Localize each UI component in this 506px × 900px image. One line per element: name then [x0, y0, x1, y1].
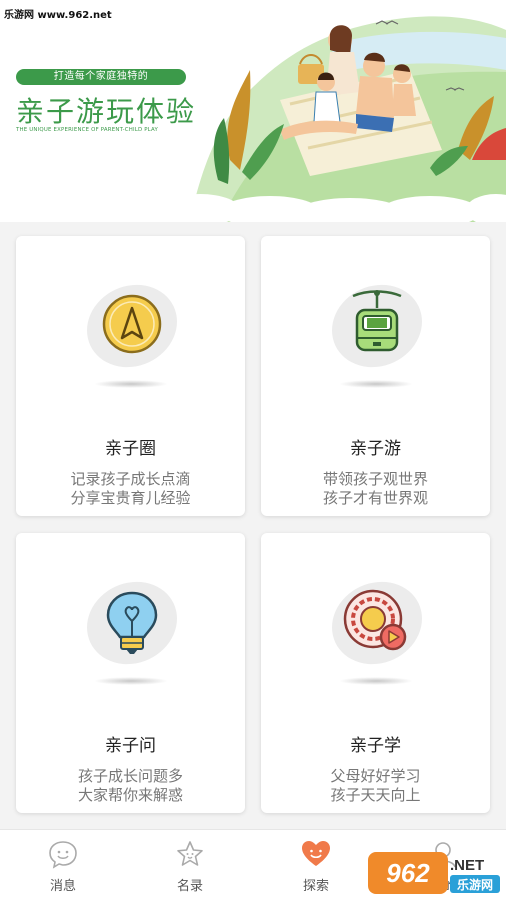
banner-pill: 打造每个家庭独特的	[16, 69, 186, 85]
card-description: 父母好好学习 孩子天天向上	[261, 767, 490, 805]
card-title: 亲子游	[350, 439, 401, 459]
family-picnic-illustration	[180, 16, 506, 222]
card-desc-line-2: 大家帮你来解惑	[77, 786, 183, 804]
app-screen: 乐游网 www.962.net 打造每个家庭独特的 亲子游玩体验 THE UNI…	[0, 0, 506, 900]
icon-shadow	[339, 380, 413, 388]
card-desc-line-2: 孩子天天向上	[330, 786, 421, 804]
card-parent-travel[interactable]: 亲子游 带领孩子观世界 孩子才有世界观	[261, 236, 490, 516]
watermark-top: 乐游网 www.962.net	[4, 10, 112, 21]
card-parent-learn[interactable]: 亲子学 父母好好学习 孩子天天向上	[261, 533, 490, 813]
tab-explore[interactable]: 探索	[253, 830, 379, 900]
card-title: 亲子圈	[105, 439, 156, 459]
tab-label: 名录	[176, 879, 203, 894]
banner-title: 亲子游玩体验	[16, 95, 197, 128]
card-desc-line-2: 分享宝贵育儿经验	[70, 489, 191, 507]
watermark-logo-name: 乐游网	[457, 877, 493, 892]
gear-play-icon	[343, 589, 407, 651]
star-icon	[177, 841, 203, 866]
watermark-logo-suffix: .NET	[450, 857, 484, 874]
card-parent-circle[interactable]: 亲子圈 记录孩子成长点滴 分享宝贵育儿经验	[16, 236, 245, 516]
tab-messages[interactable]: 消息	[0, 830, 126, 900]
banner-subtitle: THE UNIQUE EXPERIENCE OF PARENT-CHILD PL…	[16, 127, 158, 133]
card-description: 记录孩子成长点滴 分享宝贵育儿经验	[16, 470, 245, 508]
card-title: 亲子学	[350, 736, 401, 756]
card-parent-ask[interactable]: 亲子问 孩子成长问题多 大家帮你来解惑	[16, 533, 245, 813]
icon-shadow	[339, 677, 413, 685]
card-title: 亲子问	[105, 736, 156, 756]
tab-label: 消息	[49, 879, 76, 894]
card-desc-line-1: 带领孩子观世界	[322, 470, 428, 488]
heart-icon	[302, 841, 330, 866]
card-desc-line-1: 记录孩子成长点滴	[70, 470, 191, 488]
card-desc-line-1: 父母好好学习	[330, 767, 421, 785]
cable-car-icon	[352, 290, 402, 352]
tab-label: 探索	[302, 879, 329, 894]
card-desc-line-2: 孩子才有世界观	[322, 489, 428, 507]
card-description: 带领孩子观世界 孩子才有世界观	[261, 470, 490, 508]
compass-navigation-icon	[102, 294, 162, 354]
watermark-logo: 962 .NET 乐游网	[368, 852, 500, 894]
card-desc-line-1: 孩子成长问题多	[77, 767, 183, 785]
card-description: 孩子成长问题多 大家帮你来解惑	[16, 767, 245, 805]
icon-shadow	[94, 677, 168, 685]
chat-icon	[49, 841, 77, 869]
lightbulb-icon	[106, 591, 158, 654]
tab-directory[interactable]: 名录	[127, 830, 253, 900]
hero-banner: 乐游网 www.962.net 打造每个家庭独特的 亲子游玩体验 THE UNI…	[0, 0, 506, 222]
watermark-logo-main: 962	[386, 858, 430, 888]
icon-shadow	[94, 380, 168, 388]
